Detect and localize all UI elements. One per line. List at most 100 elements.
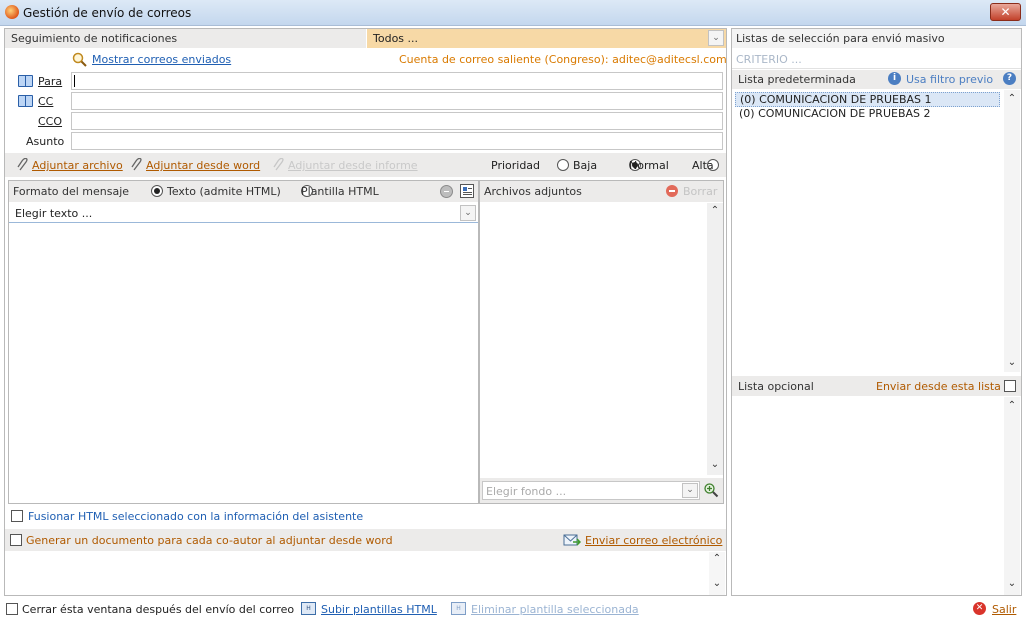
bcc-field[interactable] <box>71 112 723 130</box>
scroll-up-icon[interactable]: ⌃ <box>1007 93 1017 104</box>
choose-text-placeholder: Elegir texto ... <box>15 207 93 220</box>
exit-icon[interactable]: ✕ <box>973 602 986 615</box>
message-body-editor[interactable] <box>9 224 478 503</box>
send-from-list-checkbox[interactable] <box>1004 380 1016 392</box>
add-background-icon[interactable] <box>703 482 719 498</box>
merge-html-checkbox[interactable] <box>11 510 23 522</box>
criteria-input[interactable]: CRITERIO ... <box>732 49 1021 69</box>
optional-list[interactable] <box>732 397 1005 595</box>
priority-high-label[interactable]: Alta <box>692 159 714 172</box>
subject-label: Asunto <box>26 135 65 148</box>
paperclip-icon <box>131 158 142 171</box>
default-list-bar: Lista predeterminada i Usa filtro previo… <box>732 70 1021 89</box>
lists-header-label: Listas de selección para envió masivo <box>736 32 945 45</box>
optional-list-scrollbar[interactable]: ⌃ ⌄ <box>1004 397 1020 595</box>
attachments-bar: Archivos adjuntos Borrar <box>480 181 723 202</box>
tracking-filter-value: Todos ... <box>373 32 419 45</box>
text-cursor <box>74 75 75 87</box>
choose-background-select[interactable]: Elegir fondo ... ⌄ <box>482 481 700 500</box>
priority-low-label[interactable]: Baja <box>573 159 597 172</box>
notes-scrollbar[interactable]: ⌃ ⌄ <box>709 552 725 595</box>
window-title: Gestión de envío de correos <box>23 6 192 20</box>
lists-header: Listas de selección para envió masivo <box>732 29 1021 48</box>
address-book-icon[interactable] <box>18 75 33 87</box>
per-coauthor-checkbox[interactable] <box>10 534 22 546</box>
send-mail-icon[interactable] <box>563 533 581 547</box>
help-icon[interactable]: ? <box>1003 72 1016 85</box>
magnifier-icon <box>72 52 87 67</box>
window-close-button[interactable]: ✕ <box>990 3 1021 21</box>
list-item[interactable]: (0) COMUNICACION DE PRUEBAS 2 <box>735 107 1000 122</box>
attach-from-report-link: Adjuntar desde informe <box>288 159 418 172</box>
paperclip-icon <box>17 158 28 171</box>
delete-icon <box>666 185 678 197</box>
cc-label[interactable]: CC <box>38 95 53 108</box>
outgoing-account-label: Cuenta de correo saliente (Congreso): ad… <box>399 53 727 66</box>
close-after-send-label[interactable]: Cerrar ésta ventana después del envío de… <box>22 603 294 616</box>
choose-background-placeholder: Elegir fondo ... <box>486 485 567 498</box>
list-item-label: (0) COMUNICACION DE PRUEBAS 1 <box>740 93 932 106</box>
subject-field[interactable] <box>71 132 723 150</box>
attachments-scrollbar[interactable]: ⌃ ⌄ <box>707 203 723 475</box>
scroll-down-icon[interactable]: ⌄ <box>1007 578 1017 589</box>
format-text-radio[interactable] <box>151 185 163 197</box>
chevron-down-icon[interactable]: ⌄ <box>460 205 476 221</box>
scroll-down-icon[interactable]: ⌄ <box>710 459 720 470</box>
notes-textarea[interactable] <box>6 552 710 595</box>
title-bar: Gestión de envío de correos ✕ <box>0 0 1026 26</box>
scroll-up-icon[interactable]: ⌃ <box>712 553 722 564</box>
upload-templates-link[interactable]: Subir plantillas HTML <box>321 603 437 616</box>
format-template-label[interactable]: Plantilla HTML <box>301 185 379 198</box>
remove-icon[interactable] <box>440 185 453 198</box>
priority-normal-label[interactable]: Normal <box>629 159 669 172</box>
criteria-placeholder: CRITERIO ... <box>736 53 802 66</box>
html-delete-icon: H <box>451 602 466 615</box>
message-format-bar: Formato del mensaje Texto (admite HTML) … <box>9 181 478 202</box>
to-field[interactable] <box>71 72 723 90</box>
tracking-filter-select[interactable]: Todos ... ⌄ <box>367 29 726 48</box>
exit-link[interactable]: Salir <box>992 603 1016 616</box>
merge-html-label[interactable]: Fusionar HTML seleccionado con la inform… <box>28 510 363 523</box>
list-item[interactable]: (0) COMUNICACION DE PRUEBAS 1 <box>735 92 1000 107</box>
attach-file-link[interactable]: Adjuntar archivo <box>32 159 123 172</box>
template-editor-icon[interactable] <box>460 184 474 198</box>
choose-text-select[interactable]: Elegir texto ... ⌄ <box>9 203 478 223</box>
delete-attachment-button: Borrar <box>683 185 718 198</box>
paperclip-icon <box>273 158 284 171</box>
bcc-label[interactable]: CCO <box>38 115 62 128</box>
use-previous-filter-link[interactable]: Usa filtro previo <box>906 73 993 86</box>
chevron-down-icon[interactable]: ⌄ <box>682 483 698 498</box>
close-after-send-checkbox[interactable] <box>6 603 18 615</box>
cc-field[interactable] <box>71 92 723 110</box>
format-text-label[interactable]: Texto (admite HTML) <box>167 185 281 198</box>
show-sent-emails-link[interactable]: Mostrar correos enviados <box>92 53 231 66</box>
chevron-down-icon[interactable]: ⌄ <box>708 30 724 46</box>
optional-list-label: Lista opcional <box>738 380 814 393</box>
message-format-label: Formato del mensaje <box>13 185 130 198</box>
attachments-list[interactable] <box>481 203 708 475</box>
attach-from-word-link[interactable]: Adjuntar desde word <box>146 159 260 172</box>
scroll-up-icon[interactable]: ⌃ <box>1007 400 1017 411</box>
default-list-label: Lista predeterminada <box>738 73 856 86</box>
app-icon <box>5 5 19 19</box>
list-item-label: (0) COMUNICACION DE PRUEBAS 2 <box>739 107 931 120</box>
send-from-list-label[interactable]: Enviar desde esta lista <box>876 380 1001 393</box>
priority-low-radio[interactable] <box>557 159 569 171</box>
tracking-bar: Seguimiento de notificaciones <box>5 29 366 48</box>
scroll-up-icon[interactable]: ⌃ <box>710 205 720 216</box>
default-list-scrollbar[interactable]: ⌃ ⌄ <box>1004 90 1020 372</box>
info-icon: i <box>888 72 901 85</box>
to-label[interactable]: Para <box>38 75 62 88</box>
default-list[interactable]: (0) COMUNICACION DE PRUEBAS 1 (0) COMUNI… <box>732 90 1005 372</box>
attachments-label: Archivos adjuntos <box>484 185 582 198</box>
per-coauthor-label[interactable]: Generar un documento para cada co-autor … <box>26 534 393 547</box>
optional-list-bar: Lista opcional Enviar desde esta lista <box>732 376 1021 396</box>
html-upload-icon: H <box>301 602 316 615</box>
delete-template-link: Eliminar plantilla seleccionada <box>471 603 639 616</box>
priority-label: Prioridad <box>491 159 541 172</box>
address-book-icon[interactable] <box>18 95 33 107</box>
scroll-down-icon[interactable]: ⌄ <box>1007 357 1017 368</box>
tracking-label: Seguimiento de notificaciones <box>11 32 178 45</box>
scroll-down-icon[interactable]: ⌄ <box>712 578 722 589</box>
send-email-link[interactable]: Enviar correo electrónico <box>585 534 722 547</box>
